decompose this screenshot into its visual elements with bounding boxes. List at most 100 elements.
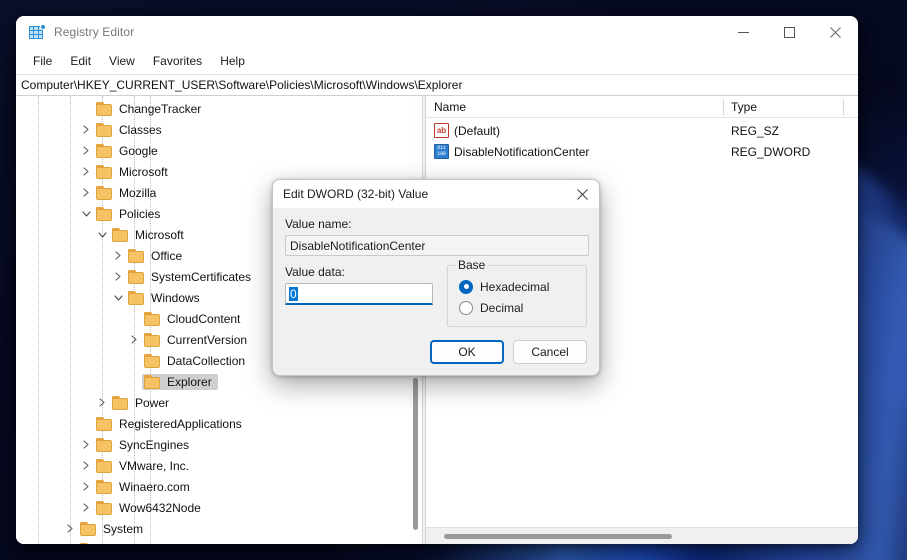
tree-node-winaero-com[interactable]: Winaero.com <box>16 476 422 497</box>
column-header-type[interactable]: Type <box>723 96 843 118</box>
folder-icon <box>96 416 113 431</box>
address-bar[interactable]: Computer\HKEY_CURRENT_USER\Software\Poli… <box>16 74 858 96</box>
chevron-down-icon[interactable] <box>78 206 94 222</box>
dialog-title-bar[interactable]: Edit DWORD (32-bit) Value <box>273 180 599 208</box>
tree-node-label: ChangeTracker <box>119 101 202 116</box>
tree-node-content: System <box>78 521 149 537</box>
menu-help[interactable]: Help <box>211 51 254 71</box>
tree-node-content: VMware, Inc. <box>94 458 195 474</box>
tree-node-label: RegisteredApplications <box>119 416 242 431</box>
value-name-text: DisableNotificationCenter <box>290 238 426 253</box>
tree-node-label: SystemCertificates <box>151 269 252 284</box>
minimize-icon[interactable] <box>720 16 766 48</box>
chevron-right-icon[interactable] <box>62 521 78 537</box>
tree-node-registeredapplications[interactable]: RegisteredApplications <box>16 413 422 434</box>
menu-file[interactable]: File <box>24 51 61 71</box>
folder-icon <box>96 500 113 515</box>
tree-node-google[interactable]: Google <box>16 140 422 161</box>
value-data-input[interactable]: 0 <box>285 283 433 305</box>
table-row[interactable]: ab (Default) REG_SZ <box>426 120 858 141</box>
tree-node-content: Policies <box>94 206 166 222</box>
tree-node-content: Google <box>94 143 164 159</box>
table-row[interactable]: 011 100 DisableNotificationCenter REG_DWORD <box>426 141 858 162</box>
radio-decimal[interactable]: Decimal <box>459 297 586 318</box>
folder-icon <box>80 542 97 544</box>
cell-type: REG_SZ <box>731 123 780 138</box>
maximize-icon[interactable] <box>766 16 812 48</box>
radio-label-hexadecimal: Hexadecimal <box>480 279 550 294</box>
ok-button[interactable]: OK <box>430 340 504 364</box>
cell-type: REG_DWORD <box>731 144 811 159</box>
tree-node-changetracker[interactable]: ChangeTracker <box>16 98 422 119</box>
chevron-right-icon[interactable] <box>126 332 142 348</box>
folder-icon <box>144 311 161 326</box>
chevron-right-icon[interactable] <box>110 269 126 285</box>
tree-node-content: Winaero.com <box>94 479 196 495</box>
tree-node-classes[interactable]: Classes <box>16 119 422 140</box>
folder-icon <box>96 437 113 452</box>
folder-icon <box>144 374 161 389</box>
folder-icon <box>96 185 113 200</box>
chevron-down-icon[interactable] <box>94 227 110 243</box>
chevron-right-icon[interactable] <box>78 458 94 474</box>
chevron-right-icon[interactable] <box>78 122 94 138</box>
chevron-right-icon[interactable] <box>78 479 94 495</box>
tree-node-content: SystemCertificates <box>126 269 257 285</box>
tree-node-label: Google <box>119 143 158 158</box>
values-scrollbar-thumb[interactable] <box>444 534 672 539</box>
chevron-right-icon[interactable] <box>110 248 126 264</box>
folder-icon <box>96 164 113 179</box>
tree-scrollbar-thumb[interactable] <box>413 378 418 530</box>
folder-icon <box>96 143 113 158</box>
values-horizontal-scrollbar[interactable] <box>426 527 858 544</box>
chevron-down-icon[interactable] <box>110 290 126 306</box>
registry-grid-icon <box>29 24 46 40</box>
value-name-label: Value name: <box>285 217 352 231</box>
folder-icon <box>96 479 113 494</box>
menu-favorites[interactable]: Favorites <box>144 51 211 71</box>
folder-icon <box>128 290 145 305</box>
column-header-name[interactable]: Name <box>426 96 723 118</box>
radio-indicator-hexadecimal <box>459 279 473 294</box>
folder-icon <box>128 269 145 284</box>
dialog-buttons: OK Cancel <box>430 340 587 364</box>
tree-node-content: SyncEngines <box>94 437 195 453</box>
tree-node-label: System <box>103 521 144 536</box>
folder-icon <box>144 353 161 368</box>
chevron-right-icon[interactable] <box>94 395 110 411</box>
tree-node-system[interactable]: System <box>16 518 422 539</box>
tree-node-power[interactable]: Power <box>16 392 422 413</box>
chevron-right-icon[interactable] <box>62 542 78 545</box>
tree-node-volatile-environment[interactable]: Volatile Environment <box>16 539 422 544</box>
chevron-right-icon[interactable] <box>78 437 94 453</box>
chevron-right-icon[interactable] <box>78 500 94 516</box>
tree-node-content: Office <box>126 248 188 264</box>
title-bar[interactable]: Registry Editor <box>16 16 858 48</box>
radio-label-decimal: Decimal <box>480 300 524 315</box>
menu-view[interactable]: View <box>100 51 144 71</box>
close-icon[interactable] <box>812 16 858 48</box>
tree-node-syncengines[interactable]: SyncEngines <box>16 434 422 455</box>
chevron-right-icon[interactable] <box>78 143 94 159</box>
tree-node-vmware-inc[interactable]: VMware, Inc. <box>16 455 422 476</box>
tree-node-label: Explorer <box>167 374 212 389</box>
chevron-right-icon[interactable] <box>78 164 94 180</box>
tree-node-content: RegisteredApplications <box>94 416 248 432</box>
cancel-button[interactable]: Cancel <box>513 340 587 364</box>
column-header-data[interactable] <box>843 96 858 118</box>
tree-node-wow6432node[interactable]: Wow6432Node <box>16 497 422 518</box>
menu-edit[interactable]: Edit <box>61 51 100 71</box>
radio-hexadecimal[interactable]: Hexadecimal <box>459 276 586 297</box>
chevron-right-icon[interactable] <box>78 185 94 201</box>
tree-node-label: VMware, Inc. <box>119 458 190 473</box>
value-name-input[interactable]: DisableNotificationCenter <box>285 235 589 256</box>
tree-node-content: Explorer <box>142 373 218 390</box>
tree-node-content: ChangeTracker <box>94 101 207 117</box>
values-column-headers: Name Type <box>426 96 858 118</box>
close-icon[interactable] <box>565 180 599 208</box>
window-controls <box>720 16 858 48</box>
